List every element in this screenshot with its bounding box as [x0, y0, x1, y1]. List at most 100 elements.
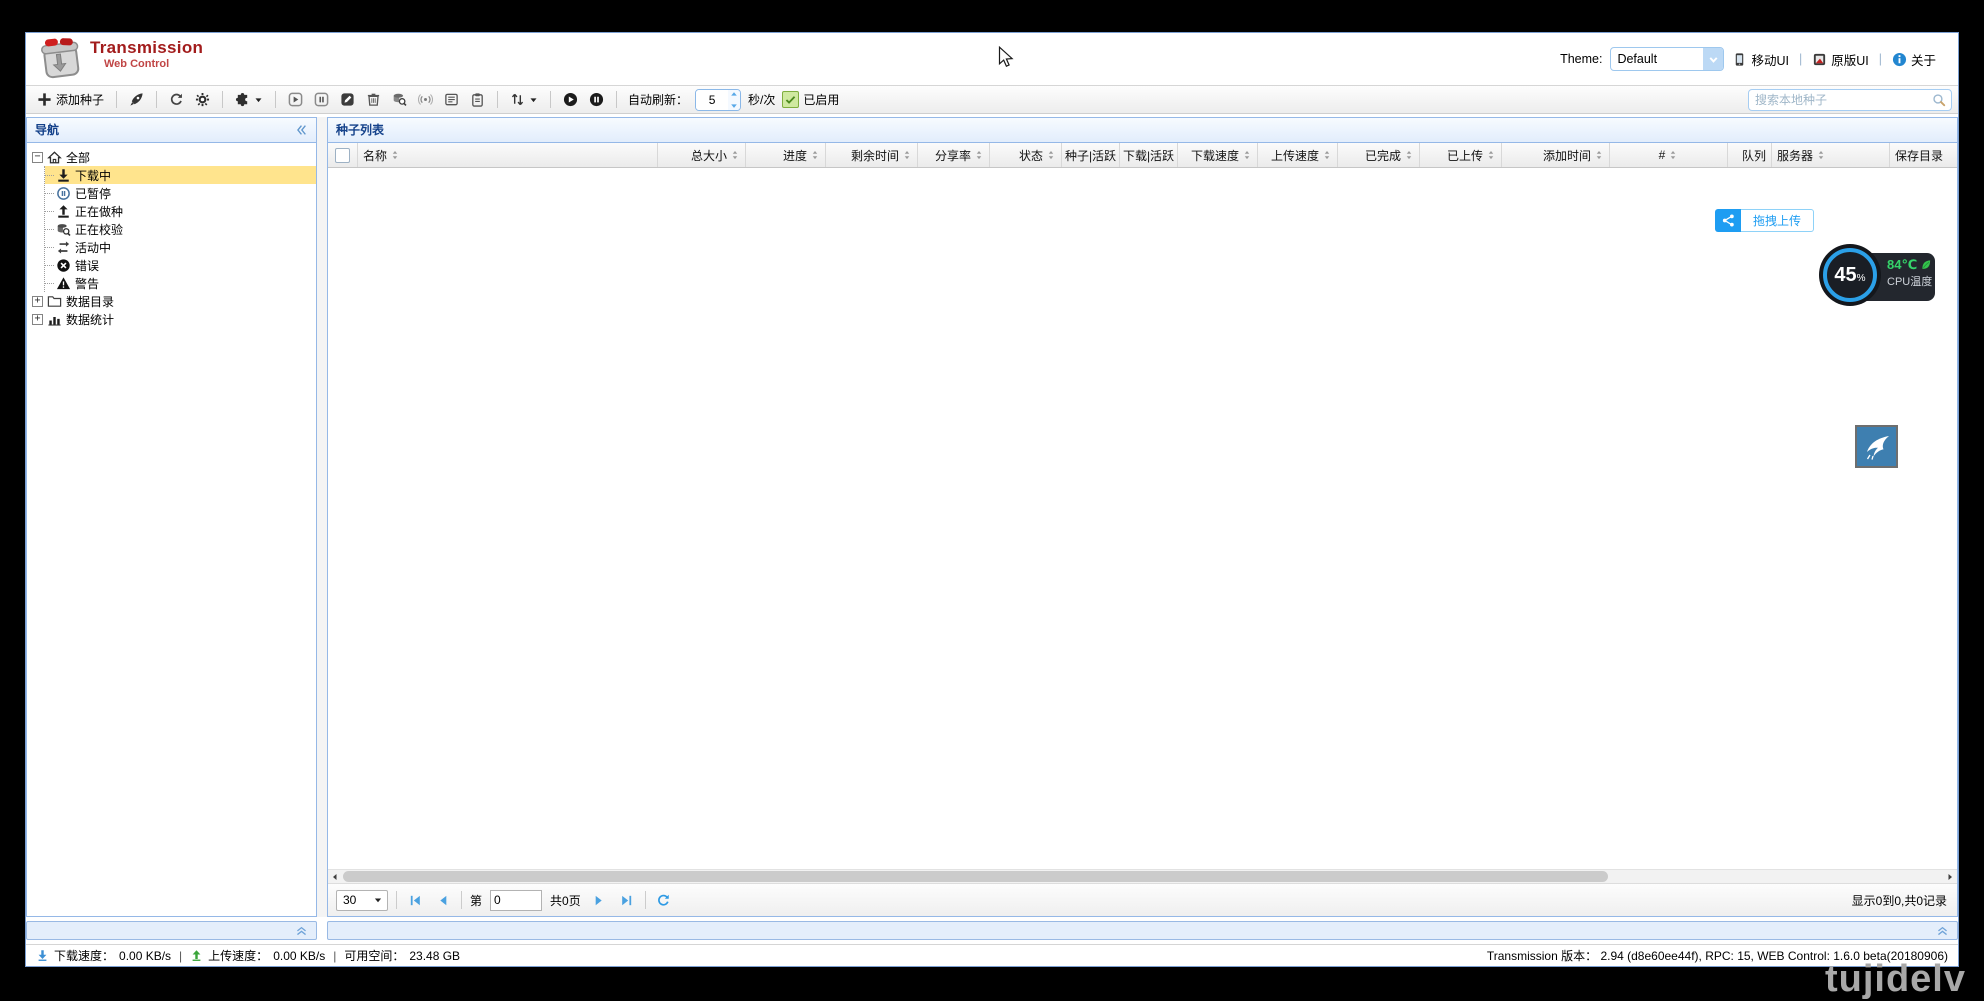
recheck-button[interactable] — [389, 89, 410, 111]
drag-upload-label: 拖拽上传 — [1741, 209, 1814, 232]
column-header-status[interactable]: 状态 — [990, 143, 1062, 167]
column-header-download-speed[interactable]: 下载速度 — [1178, 143, 1258, 167]
spin-up-icon[interactable] — [729, 90, 739, 100]
sidebar-item-nav-error[interactable]: 错误 — [45, 256, 316, 274]
horizontal-scrollbar[interactable] — [328, 869, 1957, 883]
auto-refresh-input[interactable] — [696, 90, 728, 110]
sidebar-item-nav-downloading[interactable]: 下载中 — [45, 166, 316, 184]
scrollbar-thumb[interactable] — [343, 871, 1608, 882]
expand-node-icon[interactable]: + — [32, 296, 43, 307]
sort-icon — [1404, 150, 1414, 160]
next-page-button[interactable] — [589, 890, 609, 910]
refresh-icon — [656, 893, 671, 908]
remove-button[interactable] — [363, 89, 384, 111]
column-header-upload-speed[interactable]: 上传速度 — [1258, 143, 1338, 167]
select-all-checkbox[interactable] — [335, 148, 350, 163]
announce-button[interactable] — [415, 89, 436, 111]
combo-chevron-icon — [1707, 53, 1720, 66]
page-number-input[interactable] — [490, 890, 542, 911]
check-icon — [784, 93, 797, 106]
sidebar-item-label: 活动中 — [75, 239, 111, 256]
sidebar-item-nav-statistics[interactable]: +数据统计 — [32, 310, 316, 328]
sidebar-item-nav-folders[interactable]: +数据目录 — [32, 292, 316, 310]
mobile-icon — [1732, 52, 1747, 67]
bird-widget-button[interactable] — [1855, 425, 1898, 468]
column-header-progress[interactable]: 进度 — [746, 143, 826, 167]
copy-path-button[interactable] — [467, 89, 488, 111]
checkbox-checked-icon[interactable] — [782, 91, 799, 108]
reload-grid-button[interactable] — [654, 890, 674, 910]
original-ui-link[interactable]: 原版UI — [1812, 50, 1869, 69]
sidebar-item-label: 已暂停 — [75, 185, 111, 202]
spinner-buttons[interactable] — [728, 90, 740, 110]
search-input[interactable] — [1749, 93, 1932, 107]
expand-node-icon[interactable]: + — [32, 314, 43, 325]
pause-button[interactable] — [311, 89, 332, 111]
scroll-left-icon[interactable] — [328, 870, 342, 883]
watermark: tujidelv — [1825, 958, 1966, 1001]
sidebar-item-nav-checking[interactable]: 正在校验 — [45, 220, 316, 238]
add-torrent-button[interactable]: 添加种子 — [34, 89, 107, 111]
prev-page-button[interactable] — [433, 890, 453, 910]
error-icon — [56, 258, 71, 273]
app-header: Transmission Web Control Theme: Default … — [26, 33, 1958, 85]
toolbar-label: 秒/次 — [748, 91, 775, 108]
sort-menu-button[interactable] — [507, 89, 541, 111]
detail-button[interactable] — [441, 89, 462, 111]
toolbar-items: 添加种子自动刷新：秒/次已启用 — [34, 89, 839, 111]
column-header-size[interactable]: 总大小 — [658, 143, 746, 167]
column-label: 保存目录 — [1895, 147, 1943, 164]
collapse-sidebar-icon[interactable] — [294, 123, 308, 137]
column-header-added-time[interactable]: 添加时间 — [1502, 143, 1610, 167]
plugin-menu-button[interactable] — [232, 89, 266, 111]
mobile-ui-link[interactable]: 移动UI — [1732, 50, 1789, 69]
sidebar-item-nav-seeding[interactable]: 正在做种 — [45, 202, 316, 220]
torrent-list-panel: 种子列表 名称总大小进度剩余时间分享率状态种子|活跃下载|活跃下载速度上传速度已… — [327, 117, 1958, 917]
settings-button[interactable] — [192, 89, 213, 111]
column-header-uploaded[interactable]: 已上传 — [1420, 143, 1502, 167]
start-all-button[interactable] — [560, 89, 581, 111]
sidebar-item-nav-paused[interactable]: 已暂停 — [45, 184, 316, 202]
sidebar-item-nav-all[interactable]: −全部 — [32, 148, 316, 166]
column-label: 剩余时间 — [851, 147, 899, 164]
scroll-right-icon[interactable] — [1943, 870, 1957, 883]
chevron-down-icon[interactable] — [1703, 48, 1723, 70]
edit-button[interactable] — [337, 89, 358, 111]
sort-icon — [974, 150, 984, 160]
pause-all-button[interactable] — [586, 89, 607, 111]
about-link-label: 关于 — [1911, 50, 1936, 69]
sidebar-item-nav-warning[interactable]: 警告 — [45, 274, 316, 292]
column-header-name[interactable]: 名称 — [358, 143, 658, 167]
page-size-select[interactable]: 30 — [336, 890, 388, 911]
stats-icon — [47, 312, 62, 327]
auto-refresh-enabled-checkbox[interactable]: 已启用 — [782, 91, 839, 108]
column-header-remaining-time[interactable]: 剩余时间 — [826, 143, 918, 167]
spin-down-icon[interactable] — [729, 100, 739, 110]
sidebar-item-nav-active[interactable]: 活动中 — [45, 238, 316, 256]
seeding-icon — [56, 204, 71, 219]
expand-up-icon[interactable] — [1936, 924, 1949, 937]
alt-speed-button[interactable] — [126, 89, 147, 111]
refresh-button[interactable] — [166, 89, 187, 111]
statusbar-separator: | — [176, 949, 185, 963]
about-link[interactable]: 关于 — [1892, 50, 1936, 69]
gear-icon — [195, 92, 210, 107]
prev-page-icon — [436, 893, 451, 908]
column-header-number[interactable]: # — [1610, 143, 1728, 167]
column-header-server[interactable]: 服务器 — [1772, 143, 1890, 167]
search-icon[interactable] — [1932, 93, 1946, 107]
theme-select[interactable]: Default — [1610, 47, 1724, 71]
puzzle-icon — [235, 92, 250, 107]
start-button[interactable] — [285, 89, 306, 111]
drag-upload-button[interactable]: 拖拽上传 — [1715, 209, 1814, 232]
column-header-ratio[interactable]: 分享率 — [918, 143, 990, 167]
last-page-button[interactable] — [617, 890, 637, 910]
splitter-handle[interactable] — [317, 117, 327, 917]
expand-up-icon[interactable] — [295, 924, 308, 937]
free-space-value: 23.48 GB — [409, 949, 460, 963]
toolbar-separator — [616, 91, 617, 108]
collapse-node-icon[interactable]: − — [32, 152, 43, 163]
column-header-downloaded[interactable]: 已完成 — [1338, 143, 1420, 167]
trash-icon — [366, 92, 381, 107]
first-page-button[interactable] — [405, 890, 425, 910]
